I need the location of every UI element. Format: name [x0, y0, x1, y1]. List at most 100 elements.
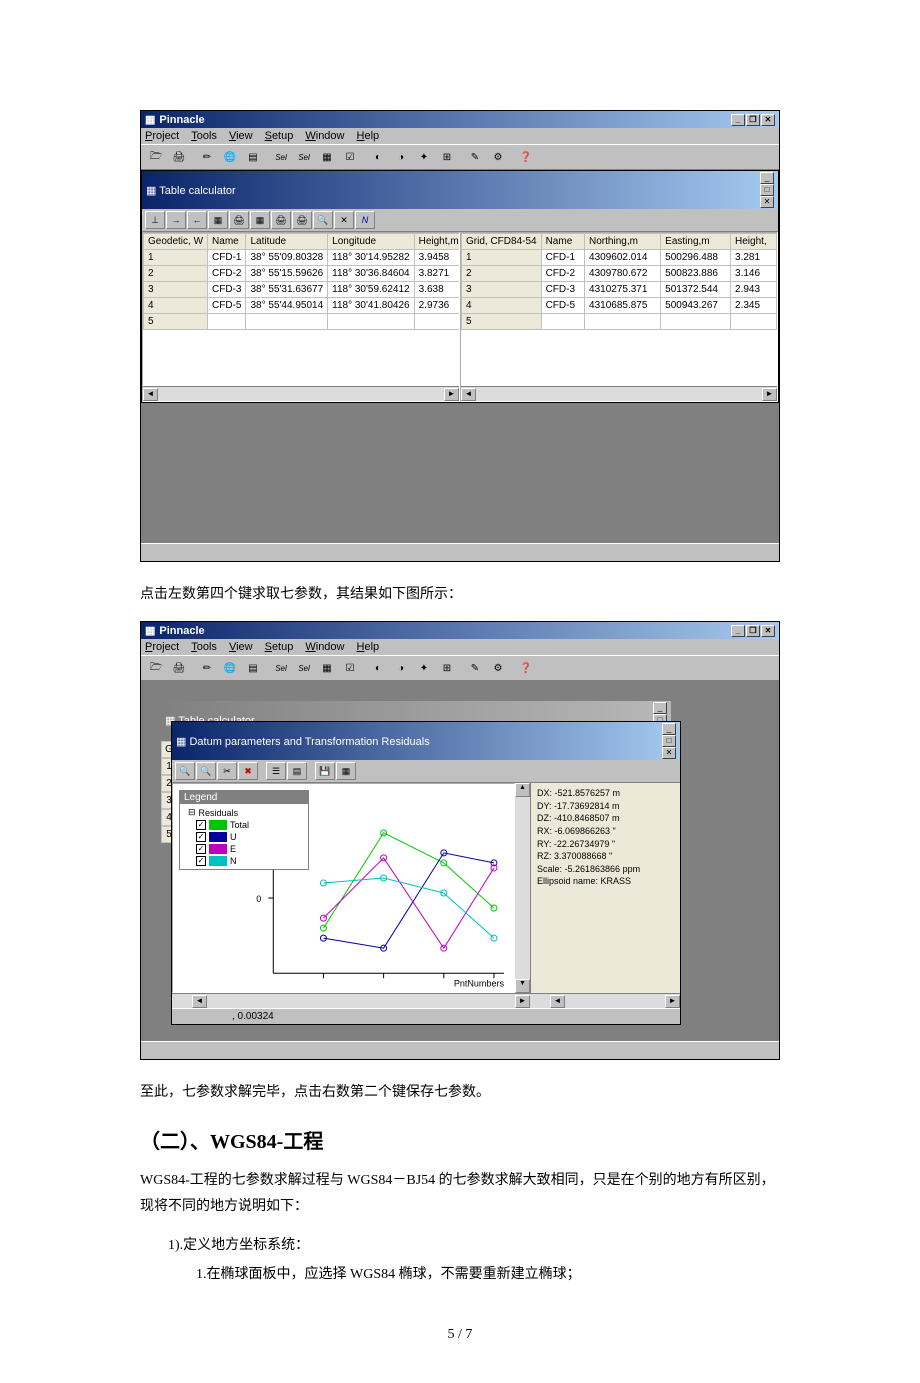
- tool-13[interactable]: ⊞: [436, 658, 458, 678]
- ct-11[interactable]: N: [355, 211, 375, 229]
- scroll-left-icon-2[interactable]: ◄: [550, 995, 565, 1008]
- tool-10[interactable]: ◐: [367, 658, 389, 678]
- child-minimize[interactable]: _: [653, 702, 667, 714]
- menu-window[interactable]: Window: [305, 641, 344, 653]
- rh1[interactable]: Name: [541, 234, 584, 250]
- close-button[interactable]: ✕: [761, 625, 775, 637]
- menu-help[interactable]: Help: [357, 641, 380, 653]
- ct-7[interactable]: 🖨: [271, 211, 291, 229]
- scroll-right-icon-2[interactable]: ►: [665, 995, 680, 1008]
- child-close[interactable]: ✕: [662, 747, 676, 759]
- legend-check[interactable]: ✓: [196, 820, 206, 830]
- scroll-down-icon[interactable]: ▼: [515, 979, 530, 993]
- ct-4[interactable]: ▦: [208, 211, 228, 229]
- scroll-right-icon[interactable]: ►: [515, 995, 530, 1008]
- tool-14[interactable]: ✎: [464, 147, 486, 167]
- lh4[interactable]: Height,m: [414, 234, 460, 250]
- scroll-right-icon[interactable]: ►: [444, 388, 459, 401]
- tool-4[interactable]: 🌐: [219, 658, 241, 678]
- dt-6[interactable]: ▤: [287, 762, 307, 780]
- tool-help[interactable]: ❓: [515, 147, 537, 167]
- tool-4[interactable]: 🌐: [219, 147, 241, 167]
- maximize-button[interactable]: ❐: [746, 625, 760, 637]
- tool-11[interactable]: ◑: [390, 658, 412, 678]
- minimize-button[interactable]: _: [731, 114, 745, 126]
- menu-view[interactable]: View: [229, 641, 253, 653]
- scroll-left-icon[interactable]: ◄: [461, 388, 476, 401]
- tool-6[interactable]: Sel: [270, 658, 292, 678]
- lh0[interactable]: Geodetic, W: [144, 234, 208, 250]
- tool-12[interactable]: ✦: [413, 658, 435, 678]
- menu-project[interactable]: Project: [145, 130, 179, 142]
- chart-legend[interactable]: Legend ⊟ Residuals ✓Total ✓U ✓E ✓N: [179, 790, 309, 870]
- menu-tools[interactable]: Tools: [191, 130, 217, 142]
- tool-help[interactable]: ❓: [515, 658, 537, 678]
- dt-8[interactable]: ▦: [336, 762, 356, 780]
- tool-10[interactable]: ◐: [367, 147, 389, 167]
- ct-9[interactable]: 🔍: [313, 211, 333, 229]
- ct-8[interactable]: 🖨: [292, 211, 312, 229]
- menu-help[interactable]: Help: [357, 130, 380, 142]
- tool-14[interactable]: ✎: [464, 658, 486, 678]
- datum-hscroll[interactable]: ◄ ► ◄ ►: [172, 993, 680, 1008]
- rh3[interactable]: Easting,m: [661, 234, 731, 250]
- tool-5[interactable]: ▤: [242, 658, 264, 678]
- tool-8[interactable]: ▦: [316, 658, 338, 678]
- right-hscroll[interactable]: ◄ ►: [461, 386, 777, 401]
- tool-3[interactable]: ✏: [196, 658, 218, 678]
- child-minimize[interactable]: _: [760, 172, 774, 184]
- minimize-button[interactable]: _: [731, 625, 745, 637]
- lh2[interactable]: Latitude: [246, 234, 328, 250]
- tool-7[interactable]: Sel: [293, 658, 315, 678]
- ct-2[interactable]: →: [166, 211, 186, 229]
- tool-11[interactable]: ◑: [390, 147, 412, 167]
- menu-project[interactable]: Project: [145, 641, 179, 653]
- ct-5[interactable]: 🖨: [229, 211, 249, 229]
- grid-table[interactable]: Grid, CFD84-54 Name Northing,m Easting,m…: [461, 233, 777, 330]
- tool-1[interactable]: 🗁: [145, 658, 167, 678]
- ct-10[interactable]: ✕: [334, 211, 354, 229]
- child-minimize[interactable]: _: [662, 723, 676, 735]
- ct-6[interactable]: ▦: [250, 211, 270, 229]
- scroll-left-icon[interactable]: ◄: [192, 995, 207, 1008]
- menu-tools[interactable]: Tools: [191, 641, 217, 653]
- tool-2[interactable]: 🖨: [168, 147, 190, 167]
- menu-window[interactable]: Window: [305, 130, 344, 142]
- geodetic-table[interactable]: Geodetic, W Name Latitude Longitude Heig…: [143, 233, 460, 330]
- lh3[interactable]: Longitude: [328, 234, 414, 250]
- child-maximize[interactable]: □: [662, 735, 676, 747]
- scroll-left-icon[interactable]: ◄: [143, 388, 158, 401]
- dt-4[interactable]: ✖: [238, 762, 258, 780]
- tool-2[interactable]: 🖨: [168, 658, 190, 678]
- tool-1[interactable]: 🗁: [145, 147, 167, 167]
- menu-setup[interactable]: Setup: [265, 641, 294, 653]
- rh0[interactable]: Grid, CFD84-54: [462, 234, 542, 250]
- tool-9[interactable]: ☑: [339, 147, 361, 167]
- scroll-up-icon[interactable]: ▲: [515, 783, 530, 797]
- dt-save[interactable]: 💾: [315, 762, 335, 780]
- child-close[interactable]: ✕: [760, 196, 774, 208]
- dt-3[interactable]: ✂: [217, 762, 237, 780]
- tool-6[interactable]: Sel: [270, 147, 292, 167]
- tool-13[interactable]: ⊞: [436, 147, 458, 167]
- ct-3[interactable]: ←: [187, 211, 207, 229]
- tool-3[interactable]: ✏: [196, 147, 218, 167]
- child-maximize[interactable]: □: [760, 184, 774, 196]
- menu-view[interactable]: View: [229, 130, 253, 142]
- left-hscroll[interactable]: ◄ ►: [143, 386, 459, 401]
- rh2[interactable]: Northing,m: [585, 234, 661, 250]
- tool-8[interactable]: ▦: [316, 147, 338, 167]
- dt-5[interactable]: ☰: [266, 762, 286, 780]
- tool-9[interactable]: ☑: [339, 658, 361, 678]
- scroll-right-icon[interactable]: ►: [762, 388, 777, 401]
- tool-12[interactable]: ✦: [413, 147, 435, 167]
- legend-check[interactable]: ✓: [196, 844, 206, 854]
- close-button[interactable]: ✕: [761, 114, 775, 126]
- tool-5[interactable]: ▤: [242, 147, 264, 167]
- lh1[interactable]: Name: [208, 234, 246, 250]
- menu-setup[interactable]: Setup: [265, 130, 294, 142]
- tool-15[interactable]: ⚙: [487, 658, 509, 678]
- legend-check[interactable]: ✓: [196, 856, 206, 866]
- maximize-button[interactable]: ❐: [746, 114, 760, 126]
- tool-7[interactable]: Sel: [293, 147, 315, 167]
